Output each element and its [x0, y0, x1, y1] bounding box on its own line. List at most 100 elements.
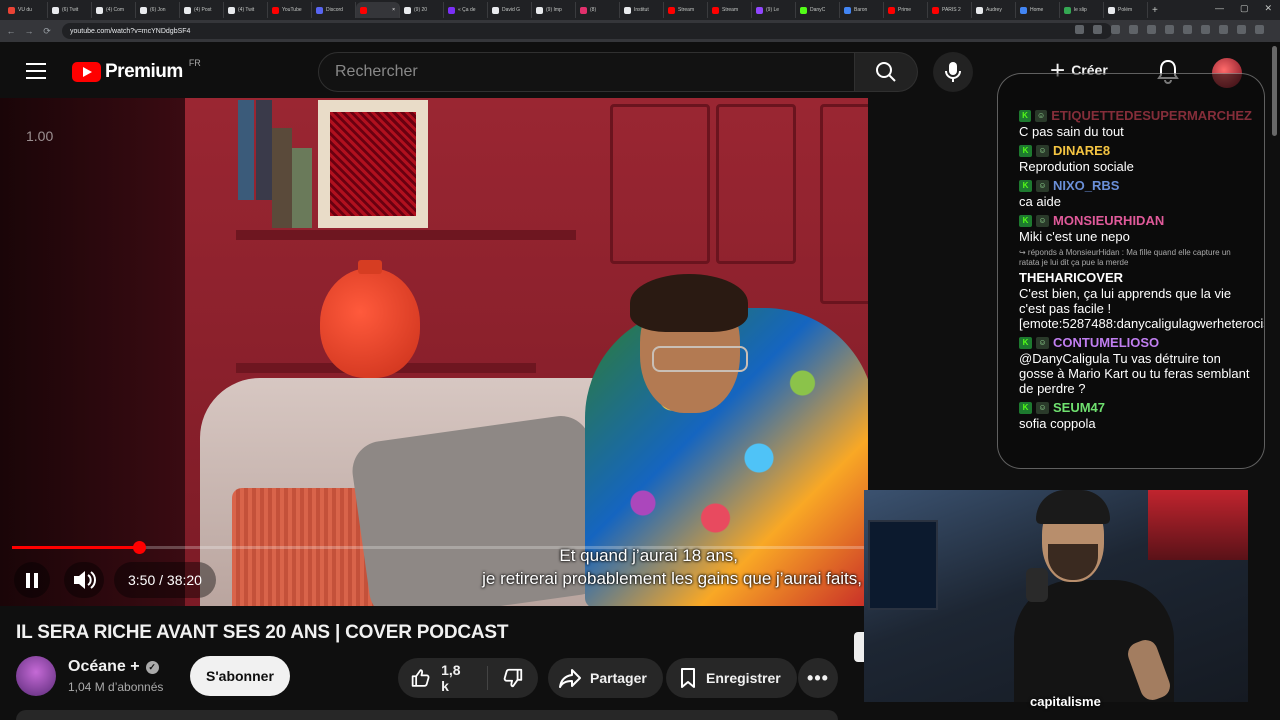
extension-icon[interactable] [1129, 25, 1138, 34]
chat-username[interactable]: MONSIEURHIDAN [1053, 213, 1164, 229]
menu-icon[interactable] [1255, 25, 1264, 34]
browser-tab[interactable]: Audrey [972, 2, 1016, 18]
browser-tab[interactable]: YouTube [268, 2, 312, 18]
browser-tab[interactable]: le slip [1060, 2, 1104, 18]
like-button[interactable]: 1,8 k [398, 662, 488, 694]
subscriber-count: 1,04 M d’abonnés [68, 680, 164, 694]
chat-username[interactable]: NIXO_RBS [1053, 178, 1119, 194]
browser-tab[interactable]: Polém [1104, 2, 1148, 18]
search-button[interactable] [855, 52, 918, 92]
forward-icon[interactable]: → [22, 26, 36, 36]
browser-tab[interactable]: Stream [664, 2, 708, 18]
tab-favicon-icon [448, 6, 455, 14]
more-actions-button[interactable]: ••• [798, 658, 838, 698]
share-icon [559, 669, 581, 688]
search-input[interactable]: Rechercher [318, 52, 855, 92]
browser-tab[interactable]: (8) [576, 2, 620, 18]
video-scene [236, 230, 576, 240]
chat-username[interactable]: CONTUMELIOSO [1053, 335, 1159, 351]
browser-tab[interactable]: (9) 20 [400, 2, 444, 18]
extension-icon[interactable] [1093, 25, 1102, 34]
save-button[interactable]: Enregistrer [666, 658, 797, 698]
chat-username-row: K ☺ MONSIEURHIDAN [1019, 213, 1252, 229]
browser-tab[interactable]: Discord [312, 2, 356, 18]
youtube-logo[interactable]: Premium FR [72, 58, 201, 83]
profile-icon[interactable] [1237, 25, 1246, 34]
tab-label: (9) Imp [546, 7, 562, 13]
close-tab-icon[interactable]: × [392, 7, 395, 13]
chat-username[interactable]: THEHARICOVER [1019, 270, 1123, 286]
browser-tab[interactable]: (4) Post [180, 2, 224, 18]
browser-tab[interactable]: VU du [4, 2, 48, 18]
subscriber-badge-icon: ☺ [1036, 215, 1049, 227]
browser-tab[interactable]: (9) Imp [532, 2, 576, 18]
chat-username-row: K ☺ CONTUMELIOSO [1019, 335, 1252, 351]
pause-icon [26, 572, 30, 588]
browser-tab[interactable]: (9) Le [752, 2, 796, 18]
browser-tab[interactable]: (4) Com [92, 2, 136, 18]
description-box[interactable] [16, 710, 838, 720]
browser-tab[interactable]: Institut [620, 2, 664, 18]
video-player[interactable]: 1.00 Et quand j’aurai 18 ans, je retirer… [0, 98, 868, 606]
menu-icon[interactable] [26, 63, 46, 79]
chat-username-row: K ☺ SEUM47 [1019, 400, 1252, 416]
extension-icons [1075, 25, 1264, 34]
volume-button[interactable] [64, 562, 104, 598]
dislike-button[interactable] [488, 667, 538, 689]
chat-username[interactable]: SEUM47 [1053, 400, 1105, 416]
extension-icon[interactable] [1183, 25, 1192, 34]
minimize-icon[interactable]: — [1215, 3, 1224, 14]
video-scene [320, 260, 420, 378]
maximize-icon[interactable]: ▢ [1240, 3, 1249, 14]
webcam-overlay [864, 490, 1248, 702]
browser-tab[interactable]: David G [488, 2, 532, 18]
browser-tab[interactable]: (4) Twit [224, 2, 268, 18]
extension-icon[interactable] [1219, 25, 1228, 34]
tab-favicon-icon [360, 6, 367, 14]
chat-message: K ☺ CONTUMELIOSO @DanyCaligula Tu vas détru… [1019, 335, 1252, 396]
browser-tab[interactable]: Home [1016, 2, 1060, 18]
extension-icon[interactable] [1147, 25, 1156, 34]
video-scene [238, 100, 254, 200]
search-icon [876, 62, 896, 82]
extension-icon[interactable] [1201, 25, 1210, 34]
chat-username[interactable]: ETIQUETTEDESUPERMARCHEZ [1051, 108, 1252, 124]
new-tab-button[interactable]: + [1152, 5, 1158, 16]
tab-favicon-icon [404, 6, 411, 14]
channel-avatar[interactable] [16, 656, 56, 696]
tab-label: (4) Post [194, 7, 212, 13]
tab-favicon-icon [1064, 6, 1071, 14]
kick-badge-icon: K [1019, 180, 1032, 192]
browser-tab[interactable]: (6) Twit [48, 2, 92, 18]
back-icon[interactable]: ← [4, 26, 18, 36]
bookmark-icon [681, 668, 695, 688]
browser-tab[interactable]: DanyC [796, 2, 840, 18]
url-field[interactable]: youtube.com/watch?v=mcYNDdgbSF4 [62, 23, 1112, 39]
browser-tab[interactable]: Baron [840, 2, 884, 18]
pause-button[interactable] [14, 562, 50, 598]
browser-tab[interactable]: Stream [708, 2, 752, 18]
extension-icon[interactable] [1111, 25, 1120, 34]
browser-tab[interactable]: PARIS 2 [928, 2, 972, 18]
extension-icon[interactable] [1075, 25, 1084, 34]
voice-search-button[interactable] [933, 52, 973, 92]
channel-name[interactable]: Océane + ✓ [68, 658, 159, 676]
browser-tab[interactable]: × [356, 2, 400, 18]
browser-tab[interactable]: (6) Jon [136, 2, 180, 18]
tab-label: le slip [1074, 7, 1087, 13]
share-button[interactable]: Partager [548, 658, 663, 698]
tab-favicon-icon [228, 6, 235, 14]
page-scrollbar[interactable] [1272, 46, 1277, 136]
video-scene [256, 100, 272, 200]
microphone-icon [945, 62, 961, 82]
subscriber-badge-icon: ☺ [1036, 337, 1049, 349]
browser-tab-bar: VU du (6) Twit (4) Com (6) Jon (4) Post (4) T… [0, 0, 1280, 20]
browser-tab[interactable]: Prime [884, 2, 928, 18]
chat-username[interactable]: DINARE8 [1053, 143, 1110, 159]
browser-tab[interactable]: « Ça de [444, 2, 488, 18]
extension-icon[interactable] [1165, 25, 1174, 34]
reload-icon[interactable]: ⟳ [40, 26, 54, 37]
subscribe-button[interactable]: S'abonner [190, 656, 290, 696]
country-code: FR [188, 58, 201, 68]
close-window-icon[interactable]: ✕ [1264, 3, 1272, 14]
